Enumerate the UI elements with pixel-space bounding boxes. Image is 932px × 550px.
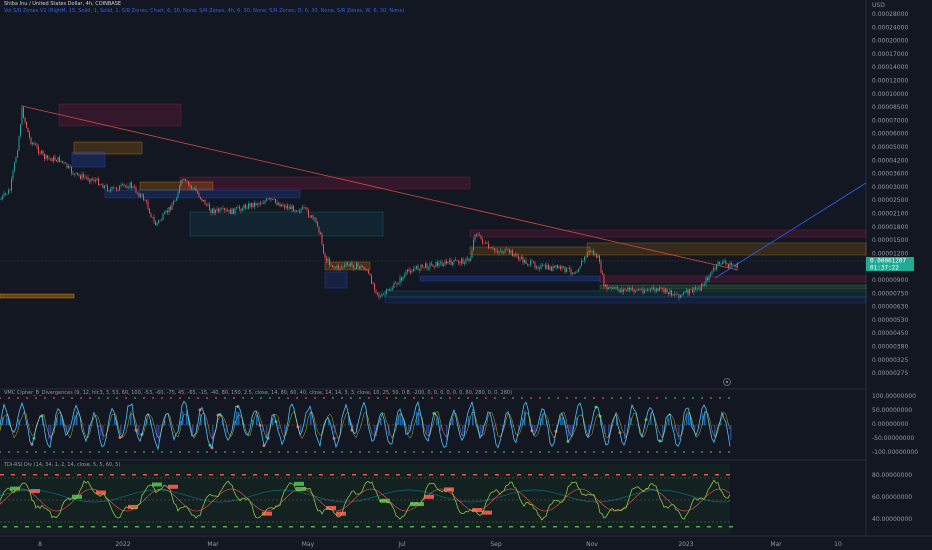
price-axis-label: 0.00002500 xyxy=(872,197,908,204)
price-axis-label: 0.00010000 xyxy=(872,91,908,98)
red-trendline[interactable] xyxy=(21,105,739,271)
current-price-tag: 0.00001207 01:37:22 xyxy=(866,257,914,272)
price-axis-label: 0.00008500 xyxy=(872,104,908,111)
price-axis-label: 0.00001500 xyxy=(872,237,908,244)
rsi-axis-label: 60.00000000 xyxy=(872,494,912,501)
vmc-axis-label: 0.00000000 xyxy=(872,421,908,428)
price-axis[interactable]: 0.00028000 0.00024000 0.00020000 0.00017000… xyxy=(872,11,908,377)
rsi-axis-label: 40.00000000 xyxy=(872,516,912,523)
price-axis-label: 0.00012000 xyxy=(872,78,908,85)
price-axis-label: 0.00000900 xyxy=(872,277,908,284)
price-axis-label: 0.00005000 xyxy=(872,144,908,151)
rsi-title[interactable]: TDI-RSI Div (14, 34, 1, 2, 14, close, 5,… xyxy=(4,462,120,468)
price-axis-label: 0.00000325 xyxy=(872,357,908,364)
svg-text:01:37:22: 01:37:22 xyxy=(870,265,899,272)
time-axis-label: 2022 xyxy=(115,541,130,548)
price-axis-label: 0.00001200 xyxy=(872,250,908,257)
time-axis-label: 10 xyxy=(834,541,842,548)
currency-label: USD xyxy=(872,2,885,9)
price-axis-label: 0.00003600 xyxy=(872,171,908,178)
chart-canvas[interactable]: 0.00028000 0.00024000 0.00020000 0.00017000… xyxy=(0,0,932,550)
price-axis-label: 0.00004200 xyxy=(872,157,908,164)
settings-icon[interactable] xyxy=(723,378,731,386)
time-axis-label: 2023 xyxy=(678,541,693,548)
vmc-axis-label: 50.00000000 xyxy=(872,407,912,414)
time-axis-label: Sep xyxy=(490,541,502,548)
vmc-oscillator xyxy=(0,397,732,453)
price-axis-label: 0.00017000 xyxy=(872,51,908,58)
time-axis-label: 8 xyxy=(38,541,42,548)
vmc-title[interactable]: VMC Cipher_B_Divergences (9, 12, hlc3, 3… xyxy=(4,390,512,396)
symbol-title[interactable]: Shiba Inu / United States Dollar, 4h, CO… xyxy=(4,1,121,7)
svg-text:0.00001207: 0.00001207 xyxy=(870,258,907,265)
time-axis-label: Nov xyxy=(586,541,598,548)
price-axis-label: 0.00020000 xyxy=(872,38,908,45)
time-axis-label: Mar xyxy=(770,541,782,548)
price-axis-label: 0.00024000 xyxy=(872,24,908,31)
price-axis-label: 0.00006000 xyxy=(872,131,908,138)
price-axis-label: 0.00000380 xyxy=(872,344,908,351)
price-axis-label: 0.00003000 xyxy=(872,184,908,191)
sr-zones xyxy=(0,103,867,304)
price-series xyxy=(0,104,738,301)
time-axis-label: Mar xyxy=(207,541,219,548)
rsi-axis: 80.00000000 60.00000000 40.00000000 xyxy=(872,472,912,523)
price-axis-label: 0.00007000 xyxy=(872,117,908,124)
price-axis-label: 0.00000530 xyxy=(872,317,908,324)
price-axis-label: 0.00002100 xyxy=(872,211,908,218)
tdi-rsi-oscillator xyxy=(0,464,733,534)
time-axis-label: Jul xyxy=(397,541,406,548)
price-axis-label: 0.00000450 xyxy=(872,330,908,337)
vmc-axis-label: 100.00000000 xyxy=(872,393,916,400)
price-axis-label: 0.00000630 xyxy=(872,304,908,311)
indicator-title[interactable]: Vol S/R Zones V2 (RighM, 15, Solid, 1, S… xyxy=(4,8,404,14)
rsi-axis-label: 80.00000000 xyxy=(872,472,912,479)
vmc-axis: 100.00000000 50.00000000 0.00000000 -50.000… xyxy=(872,393,918,456)
price-axis-label: 0.00000750 xyxy=(872,290,908,297)
price-axis-label: 0.00001800 xyxy=(872,224,908,231)
vmc-axis-label: -50.00000000 xyxy=(872,435,914,442)
price-axis-label: 0.00000275 xyxy=(872,370,908,377)
vmc-axis-label: -100.00000000 xyxy=(872,449,918,456)
price-axis-label: 0.00014000 xyxy=(872,64,908,71)
time-axis-label: May xyxy=(302,541,315,548)
time-axis[interactable]: 8 2022 Mar May Jul Sep Nov 2023 Mar 10 xyxy=(38,541,842,548)
price-axis-label: 0.00028000 xyxy=(872,11,908,18)
